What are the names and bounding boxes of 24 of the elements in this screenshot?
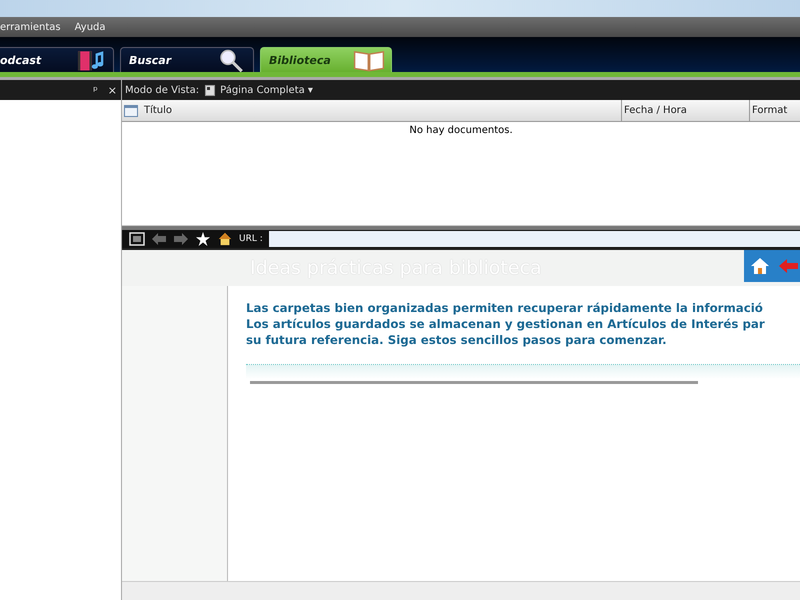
tab[interactable]: Biblioteca [260,47,392,72]
column-header[interactable]: Format [750,100,800,121]
url-label: URL : [239,234,263,244]
view-mode-label: Modo de Vista: [125,84,200,96]
empty-message: No hay documentos. [409,125,513,138]
view-mode-dropdown[interactable]: Página Completa ▾ [205,84,313,96]
column-chooser-icon [124,104,138,116]
close-button[interactable]: × [108,84,117,96]
tab[interactable]: odcast [0,47,114,72]
intro-paragraph: Las carpetas bien organizadas permiten recuperar rápidamente la informació Los artículos guardados se almacenan y gestionan en Artículos de Interés par su futura referencia. Siga estos sencillos pasos para comenzar. [246,300,766,348]
book-icon [353,48,385,72]
menu-item[interactable]: Ayuda [74,22,106,32]
tab[interactable]: Buscar [120,47,254,72]
forward-icon[interactable] [173,232,189,246]
pin-button[interactable]: ᵖ [93,84,98,96]
home-icon[interactable] [217,232,233,246]
page-icon [205,84,216,96]
back-icon[interactable] [151,232,167,246]
column-header[interactable]: Título [122,100,622,121]
star-icon[interactable] [195,232,211,246]
menu-item[interactable]: erramientas [0,22,61,32]
column-header[interactable]: Fecha / Hora [622,100,750,121]
url-field[interactable] [268,231,800,247]
fullscreen-icon[interactable] [129,232,145,246]
